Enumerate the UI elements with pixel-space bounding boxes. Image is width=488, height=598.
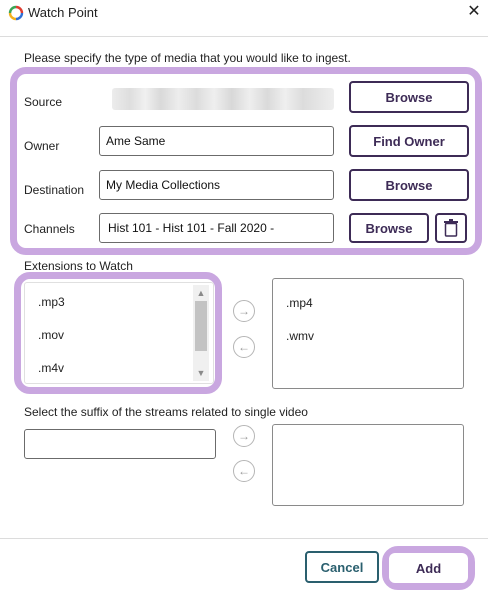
list-item-m4v[interactable]: .m4v	[38, 361, 64, 375]
source-browse-button[interactable]: Browse	[349, 81, 469, 113]
cancel-button[interactable]: Cancel	[305, 551, 379, 583]
scroll-thumb[interactable]	[195, 301, 207, 351]
close-icon[interactable]: ✕	[464, 2, 484, 22]
channels-browse-button[interactable]: Browse	[349, 213, 429, 243]
available-extensions-list[interactable]: .mp3 .mov .m4v ▲ ▼	[24, 282, 214, 384]
app-logo-icon	[8, 5, 24, 21]
trash-icon	[444, 219, 458, 237]
delete-channel-button[interactable]	[435, 213, 467, 243]
add-button[interactable]: Add	[389, 553, 468, 583]
suffix-input[interactable]	[24, 429, 216, 459]
scroll-up-icon[interactable]: ▲	[193, 287, 209, 299]
destination-browse-button[interactable]: Browse	[349, 169, 469, 201]
list-item-mp3[interactable]: .mp3	[38, 295, 65, 309]
owner-field[interactable]: Ame Same	[99, 126, 334, 156]
move-left-icon[interactable]: ←	[233, 336, 255, 358]
owner-label: Owner	[24, 139, 60, 153]
list-item-mov[interactable]: .mov	[38, 328, 64, 342]
source-label: Source	[24, 95, 63, 109]
suffix-move-right-icon[interactable]: →	[233, 425, 255, 447]
list-item-wmv[interactable]: .wmv	[286, 329, 314, 343]
title-divider	[0, 36, 488, 37]
channels-field[interactable]: Hist 101 - Hist 101 - Fall 2020 -	[99, 213, 334, 243]
instruction-text: Please specify the type of media that yo…	[24, 51, 351, 65]
channels-label: Channels	[24, 222, 75, 236]
move-right-icon[interactable]: →	[233, 300, 255, 322]
list-item-mp4[interactable]: .mp4	[286, 296, 313, 310]
suffix-heading: Select the suffix of the streams related…	[24, 405, 308, 419]
suffix-move-left-icon[interactable]: ←	[233, 460, 255, 482]
window-title: Watch Point	[28, 5, 98, 20]
extensions-heading: Extensions to Watch	[24, 259, 133, 273]
find-owner-button[interactable]: Find Owner	[349, 125, 469, 157]
destination-field[interactable]: My Media Collections	[99, 170, 334, 200]
suffix-list[interactable]	[272, 424, 464, 506]
scroll-down-icon[interactable]: ▼	[193, 367, 209, 379]
source-field[interactable]	[112, 88, 334, 110]
selected-extensions-list[interactable]: .mp4 .wmv	[272, 278, 464, 389]
list-scrollbar[interactable]: ▲ ▼	[193, 285, 209, 381]
footer-divider	[0, 538, 488, 539]
destination-label: Destination	[24, 183, 85, 197]
